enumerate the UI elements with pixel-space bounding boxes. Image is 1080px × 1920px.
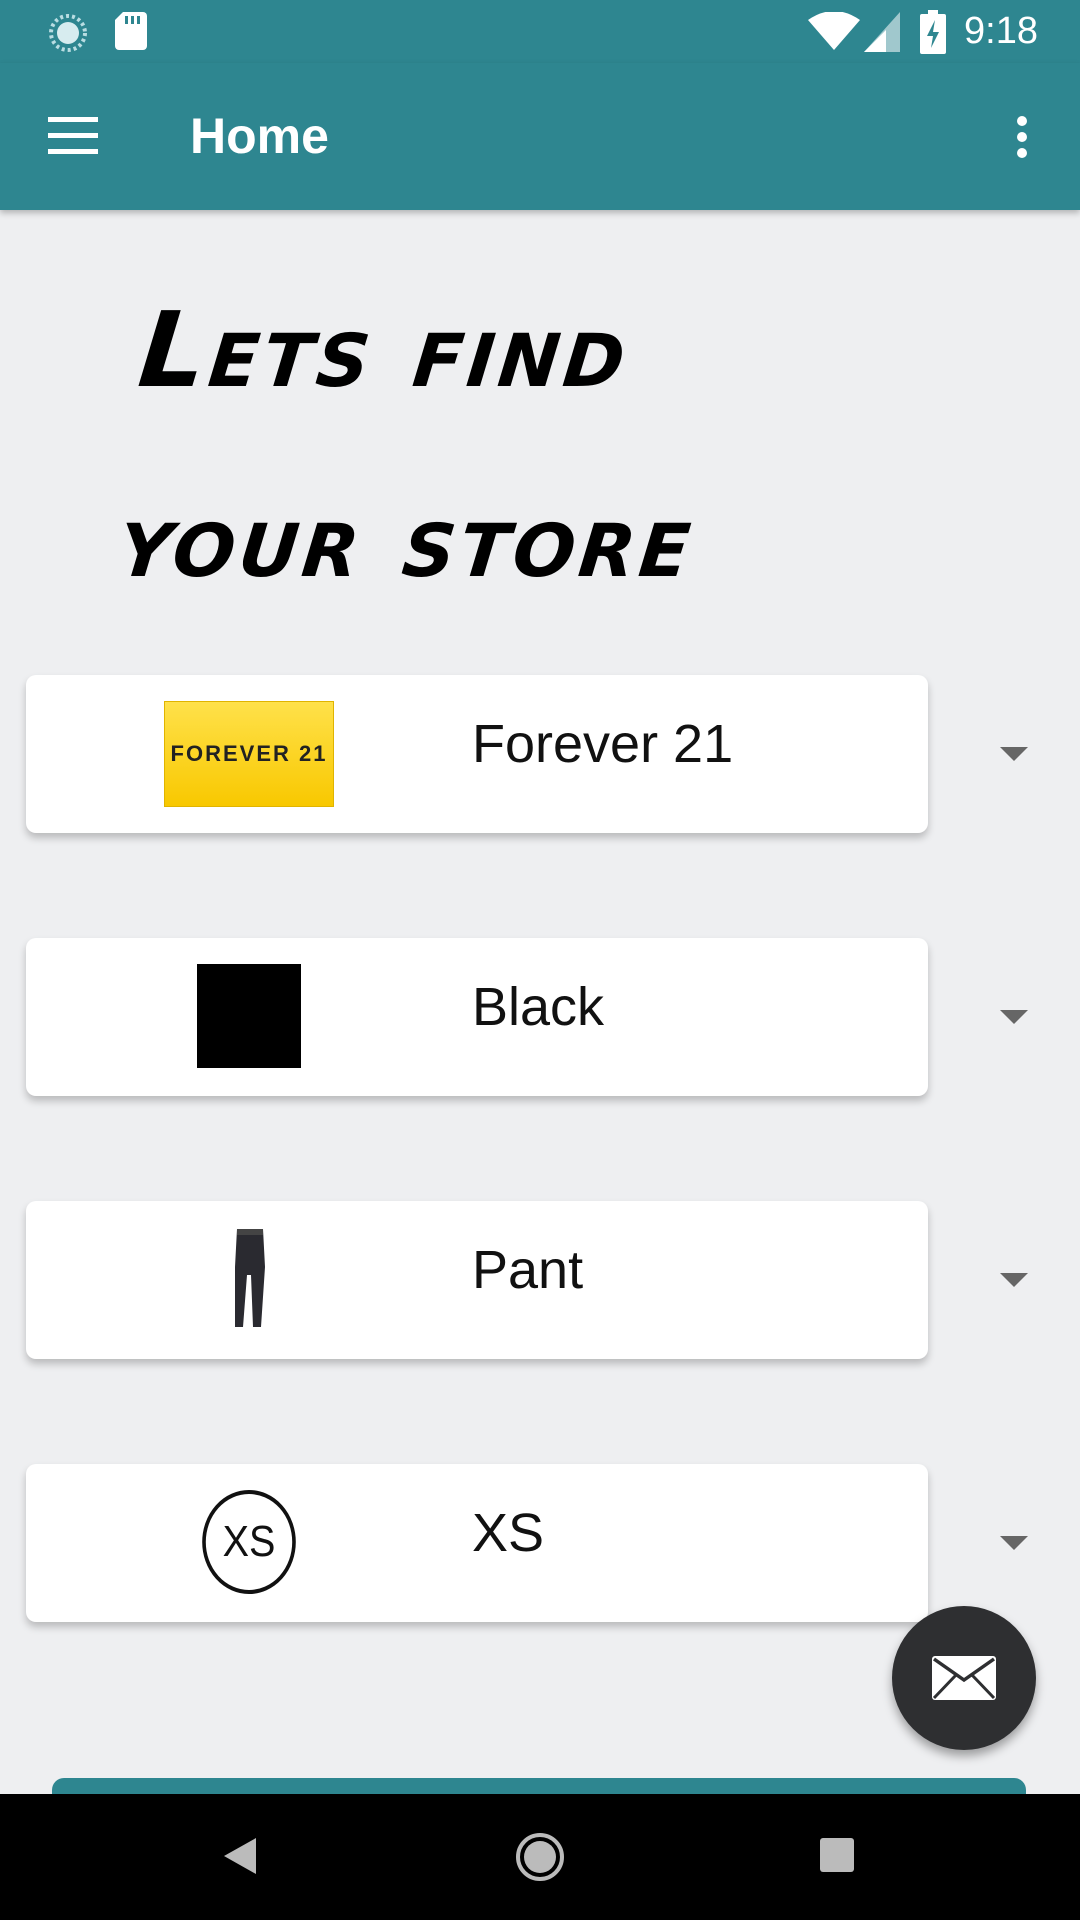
headline-line-2: your store (113, 479, 701, 601)
forever21-logo: FOREVER 21 (164, 701, 334, 807)
app-bar: Home (0, 63, 1080, 210)
email-fab-button[interactable] (892, 1606, 1036, 1750)
store-filter-label: Forever 21 (472, 714, 734, 774)
category-filter-label: Pant (472, 1240, 584, 1300)
black-color-swatch (197, 964, 301, 1068)
xs-size-badge: XS (202, 1490, 296, 1594)
email-icon (932, 1656, 996, 1700)
size-filter-label: XS (472, 1503, 545, 1563)
pant-thumbnail (235, 1229, 265, 1327)
size-dropdown-arrow-icon[interactable] (1000, 1536, 1028, 1550)
store-dropdown-arrow-icon[interactable] (1000, 747, 1028, 761)
headline: Lets find your store (110, 255, 950, 635)
battery-charging-icon (920, 10, 946, 54)
color-dropdown-arrow-icon[interactable] (1000, 1010, 1028, 1024)
hamburger-menu-icon[interactable] (48, 117, 98, 155)
status-bar: 9:18 (0, 0, 1080, 63)
headline-line-1: Lets find (133, 289, 636, 411)
more-vert-icon[interactable] (1014, 115, 1030, 159)
sd-card-icon (115, 12, 147, 50)
system-navigation-bar (0, 1794, 1080, 1920)
size-filter-card[interactable]: XS XS (26, 1464, 928, 1622)
page-title: Home (190, 108, 329, 164)
category-filter-card[interactable]: Pant (26, 1201, 928, 1359)
cellular-signal-icon (864, 12, 900, 52)
color-filter-card[interactable]: Black (26, 938, 928, 1096)
forever21-logo-text: FOREVER 21 (170, 741, 328, 766)
back-icon[interactable] (222, 1836, 258, 1876)
xs-size-badge-text: XS (222, 1517, 276, 1566)
home-icon[interactable] (514, 1831, 566, 1883)
sync-icon (49, 14, 87, 52)
recents-icon[interactable] (820, 1838, 854, 1872)
category-dropdown-arrow-icon[interactable] (1000, 1273, 1028, 1287)
wifi-icon (808, 12, 860, 50)
store-filter-card[interactable]: FOREVER 21 Forever 21 (26, 675, 928, 833)
status-time: 9:18 (964, 10, 1038, 52)
color-filter-label: Black (472, 977, 605, 1037)
